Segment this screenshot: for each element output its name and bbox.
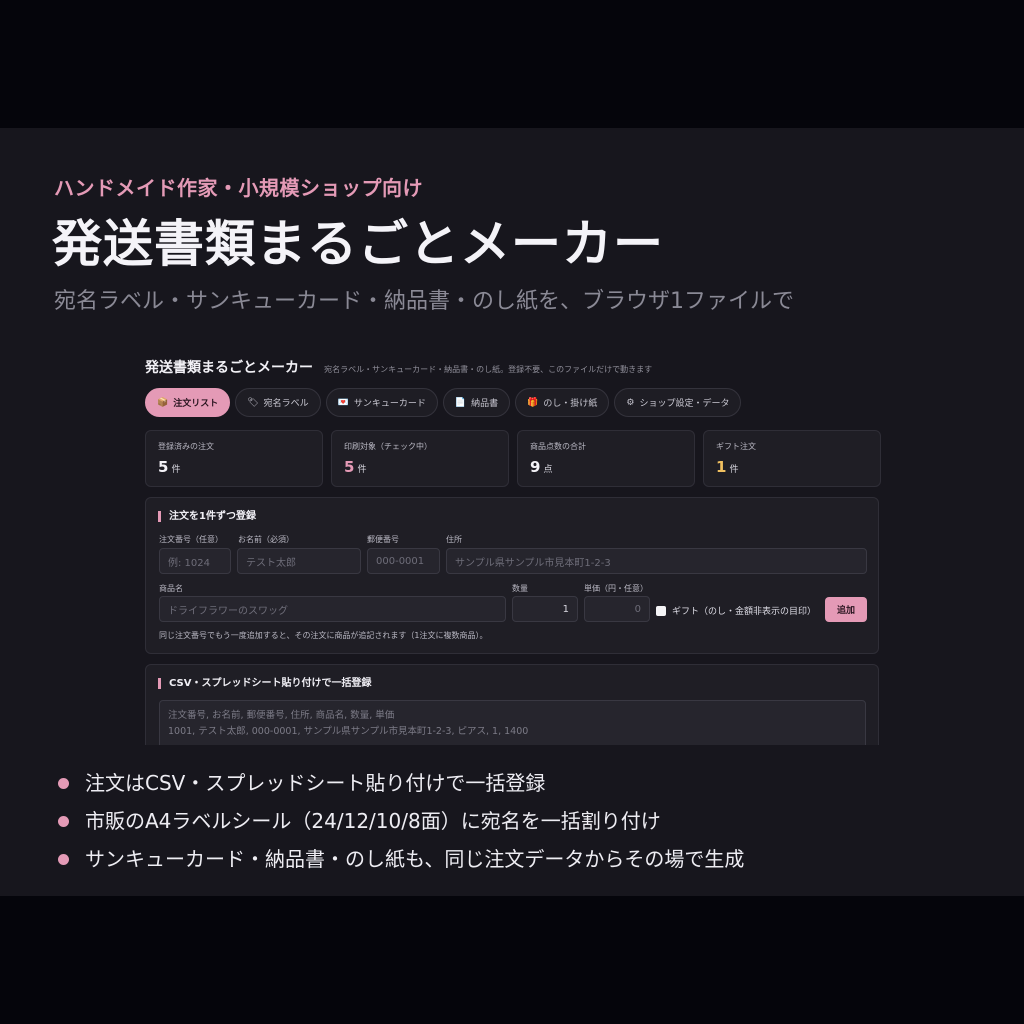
csv-paste-textarea[interactable]: 注文番号, お名前, 郵便番号, 住所, 商品名, 数量, 単価 1001, テ… bbox=[159, 700, 866, 745]
tab-order-list[interactable]: 📦 注文リスト bbox=[145, 388, 231, 417]
feature-item: 注文はCSV・スプレッドシート貼り付けで一括登録 bbox=[58, 762, 744, 800]
csv-placeholder-example: 1001, テスト太郎, 000-0001, サンプル県サンプル市見本町1-2-… bbox=[168, 726, 529, 737]
feature-item: 市販のA4ラベルシール（24/12/10/8面）に宛名を一括割り付け bbox=[58, 800, 744, 838]
quantity-input[interactable]: 1 bbox=[512, 596, 578, 622]
price-input[interactable]: 0 bbox=[584, 596, 650, 622]
hero-title: 発送書類まるごとメーカー bbox=[52, 215, 664, 273]
price-label: 単価（円・任意） bbox=[584, 584, 648, 593]
stat-value: 5 bbox=[158, 458, 169, 476]
app-screenshot: 発送書類まるごとメーカー 宛名ラベル・サンキューカード・納品書・のし紙。登録不要… bbox=[140, 345, 885, 745]
single-order-form: 注文を1件ずつ登録 注文番号（任意） 例: 1024 お名前（必須） テスト太郎… bbox=[145, 497, 879, 654]
tab-noshi[interactable]: 🎁 のし・掛け紙 bbox=[515, 388, 610, 417]
address-input[interactable]: サンプル県サンプル市見本町1-2-3 bbox=[446, 548, 867, 574]
stat-item-total: 商品点数の合計 9点 bbox=[517, 430, 695, 487]
stat-registered-orders: 登録済みの注文 5件 bbox=[145, 430, 323, 487]
app-header: 発送書類まるごとメーカー 宛名ラベル・サンキューカード・納品書・のし紙。登録不要… bbox=[145, 357, 652, 377]
hero-tagline: 宛名ラベル・サンキューカード・納品書・のし紙を、ブラウザ1ファイルで bbox=[54, 289, 794, 314]
gift-label: ギフト（のし・金額非表示の目印） bbox=[672, 607, 817, 617]
stat-value: 1 bbox=[716, 458, 727, 476]
stat-print-targets: 印刷対象（チェック中） 5件 bbox=[331, 430, 509, 487]
tab-invoice[interactable]: 📄 納品書 bbox=[442, 388, 511, 417]
tab-label: サンキューカード bbox=[353, 399, 426, 409]
feature-list: 注文はCSV・スプレッドシート貼り付けで一括登録 市販のA4ラベルシール（24/… bbox=[58, 762, 744, 876]
section-title: CSV・スプレッドシート貼り付けで一括登録 bbox=[158, 678, 371, 689]
section-title: 注文を1件ずつ登録 bbox=[158, 511, 256, 522]
tab-label: ショップ設定・データ bbox=[639, 399, 730, 409]
csv-placeholder-header: 注文番号, お名前, 郵便番号, 住所, 商品名, 数量, 単価 bbox=[168, 710, 395, 721]
tab-bar: 📦 注文リスト 🏷 宛名ラベル 💌 サンキューカード 📄 納品書 🎁 のし・掛け… bbox=[145, 388, 742, 417]
bullet-dot-icon bbox=[58, 815, 69, 827]
product-label: 商品名 bbox=[159, 584, 183, 593]
app-subtitle: 宛名ラベル・サンキューカード・納品書・のし紙。登録不要、このファイルだけで動きま… bbox=[324, 365, 653, 374]
gear-icon: ⚙ bbox=[626, 397, 635, 408]
zip-label: 郵便番号 bbox=[367, 535, 399, 544]
document-icon: 📄 bbox=[454, 397, 467, 408]
tab-label: 納品書 bbox=[471, 399, 499, 409]
gift-checkbox[interactable] bbox=[656, 605, 666, 616]
package-icon: 📦 bbox=[157, 397, 169, 408]
bulk-import-form: CSV・スプレッドシート貼り付けで一括登録 注文番号, お名前, 郵便番号, 住… bbox=[145, 664, 879, 745]
gift-option[interactable]: ギフト（のし・金額非表示の目印） bbox=[656, 604, 816, 617]
tag-icon: 🏷 bbox=[247, 397, 259, 408]
quantity-label: 数量 bbox=[512, 584, 528, 593]
product-input[interactable]: ドライフラワーのスワッグ bbox=[159, 596, 506, 622]
stat-value: 5 bbox=[344, 458, 355, 476]
stat-value: 9 bbox=[530, 458, 541, 476]
gift-icon: 🎁 bbox=[527, 397, 539, 408]
feature-item: サンキューカード・納品書・のし紙も、同じ注文データからその場で生成 bbox=[58, 838, 744, 876]
order-number-input[interactable]: 例: 1024 bbox=[159, 548, 231, 574]
name-input[interactable]: テスト太郎 bbox=[237, 548, 361, 574]
stats-row: 登録済みの注文 5件 印刷対象（チェック中） 5件 商品点数の合計 9点 ギフト… bbox=[145, 430, 881, 487]
zip-input[interactable]: 000-0001 bbox=[367, 548, 440, 574]
order-number-label: 注文番号（任意） bbox=[159, 535, 223, 544]
hero-kicker: ハンドメイド作家・小規模ショップ向け bbox=[54, 176, 423, 200]
tab-thank-you-card[interactable]: 💌 サンキューカード bbox=[325, 388, 438, 417]
love-letter-icon: 💌 bbox=[337, 397, 349, 408]
add-order-button[interactable]: 追加 bbox=[825, 597, 867, 622]
tab-shop-settings[interactable]: ⚙ ショップ設定・データ bbox=[614, 388, 742, 417]
form-note: 同じ注文番号でもう一度追加すると、その注文に商品が追記されます（1注文に複数商品… bbox=[159, 631, 488, 640]
stat-gift-orders: ギフト注文 1件 bbox=[703, 430, 881, 487]
tab-label: のし・掛け紙 bbox=[543, 399, 598, 409]
name-label: お名前（必須） bbox=[238, 535, 294, 544]
tab-label: 注文リスト bbox=[173, 399, 219, 409]
tab-label: 宛名ラベル bbox=[263, 399, 309, 409]
app-title: 発送書類まるごとメーカー bbox=[145, 360, 313, 376]
bullet-dot-icon bbox=[58, 777, 69, 789]
tab-address-label[interactable]: 🏷 宛名ラベル bbox=[235, 388, 321, 417]
bullet-dot-icon bbox=[58, 853, 69, 865]
address-label: 住所 bbox=[446, 535, 462, 544]
